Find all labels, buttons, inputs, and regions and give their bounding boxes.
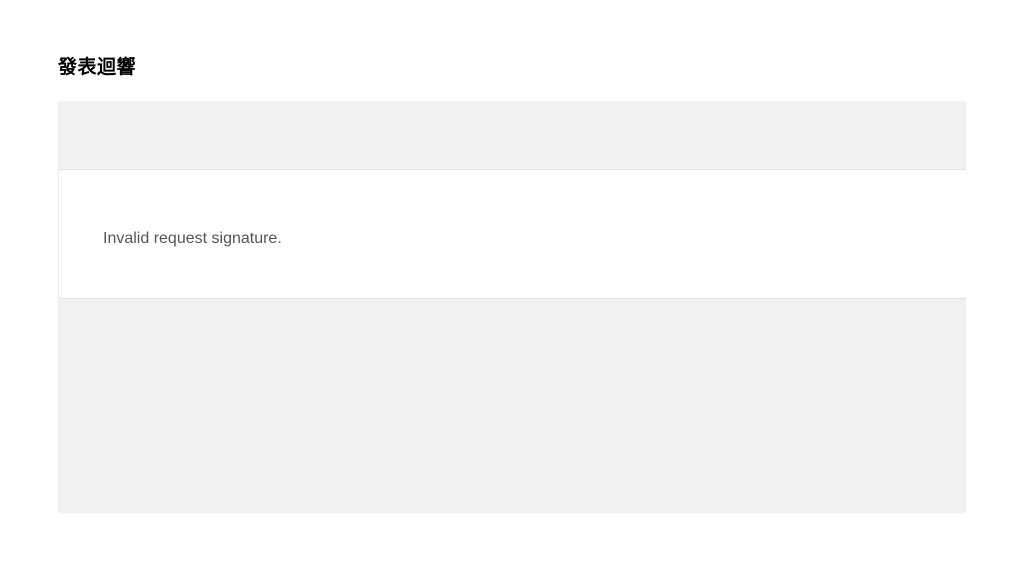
error-message-box: Invalid request signature. — [58, 169, 966, 299]
page-container: 發表迴響 Invalid request signature. — [0, 0, 1024, 511]
error-message-text: Invalid request signature. — [103, 230, 922, 248]
panel-spacer-bottom — [58, 299, 966, 513]
panel-spacer-top — [58, 101, 966, 169]
reply-panel: Invalid request signature. — [58, 101, 966, 511]
reply-heading: 發表迴響 — [58, 52, 966, 79]
